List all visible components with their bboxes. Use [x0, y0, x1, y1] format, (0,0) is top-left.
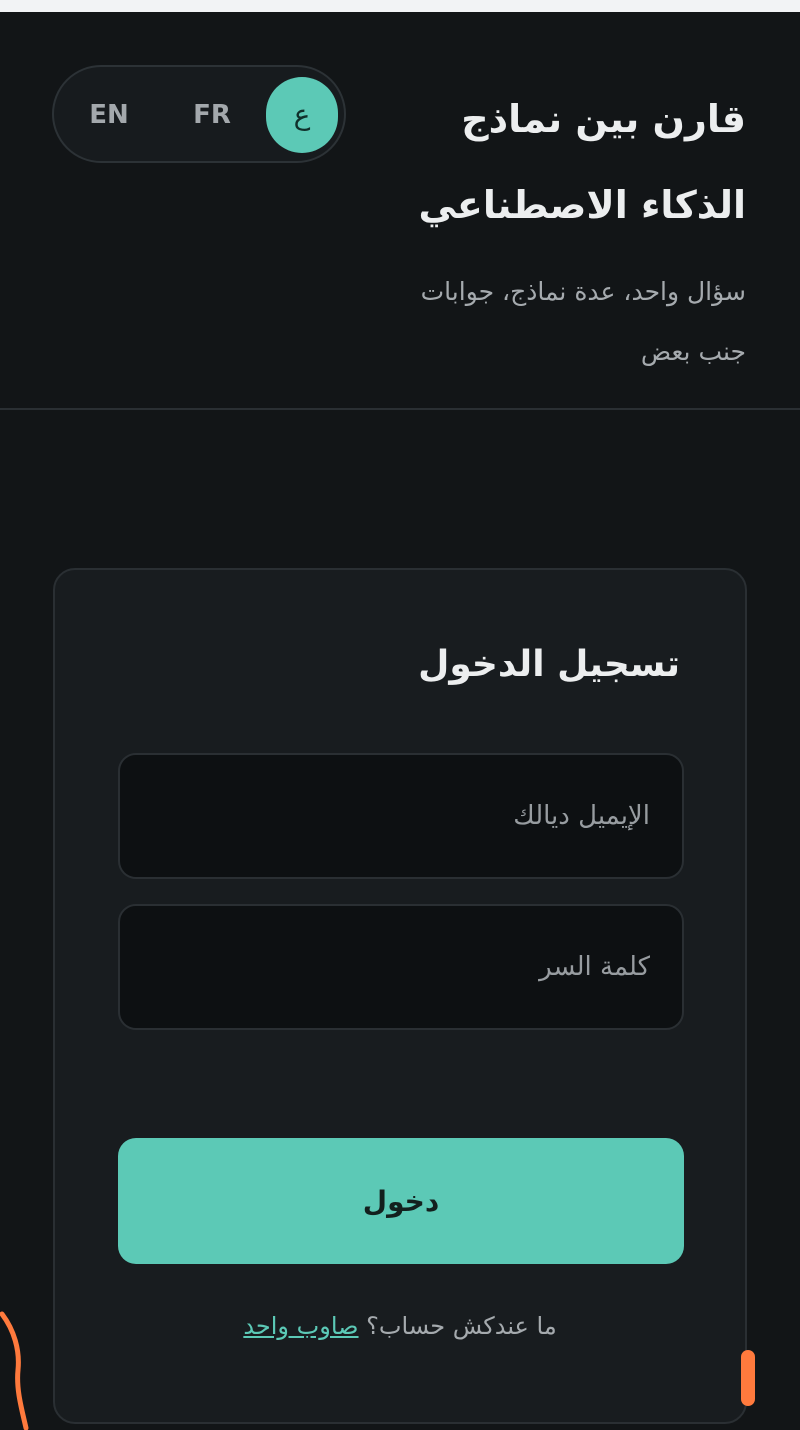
login-card: تسجيل الدخول دخول ما عندكش حساب؟ صاوب وا…: [53, 568, 747, 1424]
page-header: EN FR ع قارن بين نماذج الذكاء الاصطناعي …: [0, 12, 800, 410]
status-bar: [0, 0, 800, 12]
login-title: تسجيل الدخول: [418, 644, 680, 685]
password-field[interactable]: [118, 904, 684, 1030]
language-option-en[interactable]: EN: [64, 77, 154, 153]
signup-prompt: ما عندكش حساب؟: [366, 1312, 557, 1340]
language-switch: EN FR ع: [52, 65, 346, 163]
scrollbar-thumb[interactable]: [741, 1350, 755, 1406]
email-field[interactable]: [118, 753, 684, 879]
login-button[interactable]: دخول: [118, 1138, 684, 1264]
page-subtitle: سؤال واحد، عدة نماذج، جوابات جنب بعض: [420, 277, 746, 366]
language-option-ar[interactable]: ع: [266, 77, 338, 153]
signup-row: ما عندكش حساب؟ صاوب واحد: [55, 1312, 745, 1340]
page-title: قارن بين نماذج الذكاء الاصطناعي: [418, 97, 746, 227]
annotation-stroke: [0, 1311, 29, 1430]
signup-link[interactable]: صاوب واحد: [243, 1312, 358, 1340]
language-option-fr[interactable]: FR: [166, 77, 258, 153]
